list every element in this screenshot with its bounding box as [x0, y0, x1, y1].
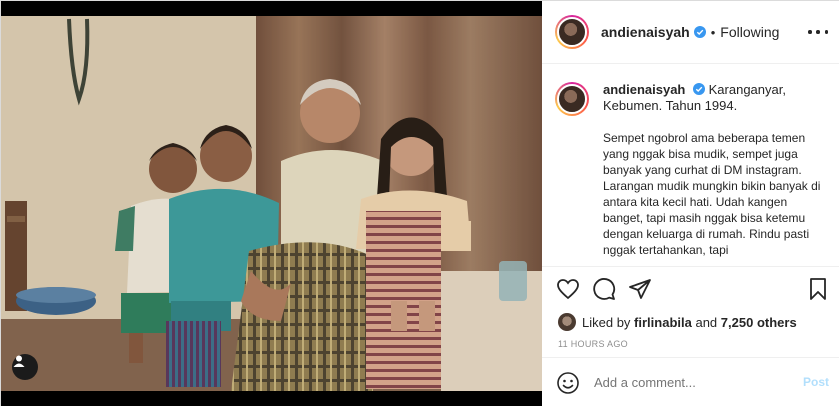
comment-input[interactable]	[594, 375, 784, 390]
verified-badge-icon	[693, 26, 706, 38]
post-header: andienaisyah • Following	[542, 1, 839, 64]
caption-author-avatar[interactable]	[555, 82, 589, 116]
author-username[interactable]: andienaisyah	[601, 24, 690, 40]
caption-section: andienaisyah Karanganyar, Kebumen. Tahun…	[542, 65, 839, 266]
smiley-icon[interactable]	[556, 371, 580, 395]
liker-username[interactable]: firlinabila	[634, 315, 692, 330]
likes-prefix: Liked by	[582, 314, 631, 330]
separator-dot: •	[710, 24, 716, 40]
likes-connector: and	[695, 314, 718, 330]
post-actions-section: Liked by firlinabila and 7,250 others 11…	[542, 266, 839, 349]
caption-paragraph: Sempet ngobrol ama beberapa temen yang n…	[603, 131, 821, 257]
add-comment-bar: Post	[542, 357, 839, 406]
user-tag-icon[interactable]	[12, 354, 38, 380]
avatar-image	[557, 84, 587, 114]
caption-username[interactable]: andienaisyah	[603, 82, 685, 97]
likes-summary: Liked by firlinabila and 7,250 others	[542, 311, 839, 333]
avatar-image	[557, 17, 587, 47]
likes-count-link[interactable]: 7,250 others	[721, 315, 797, 330]
verified-badge-icon	[693, 83, 705, 95]
instagram-post-window: andienaisyah • Following andienaisyah Ka…	[0, 0, 839, 406]
caption-row: andienaisyah Karanganyar, Kebumen. Tahun…	[555, 82, 826, 258]
post-comment-button[interactable]: Post	[803, 375, 829, 389]
caption-text: andienaisyah Karanganyar, Kebumen. Tahun…	[603, 82, 826, 258]
heart-icon[interactable]	[556, 277, 580, 301]
liker-avatar[interactable]	[558, 313, 576, 331]
family-photo-image	[1, 16, 542, 391]
post-timestamp[interactable]: 11 HOURS AGO	[542, 339, 839, 349]
post-sidebar: andienaisyah • Following andienaisyah Ka…	[542, 1, 839, 406]
author-avatar[interactable]	[555, 15, 589, 49]
bookmark-icon[interactable]	[806, 277, 830, 301]
post-photo[interactable]	[1, 1, 542, 406]
more-options-icon[interactable]	[808, 23, 828, 41]
comment-bubble-icon[interactable]	[592, 277, 616, 301]
action-bar	[542, 267, 839, 311]
paper-plane-icon[interactable]	[628, 277, 652, 301]
following-button[interactable]: Following	[720, 24, 779, 40]
person-icon	[13, 355, 25, 367]
